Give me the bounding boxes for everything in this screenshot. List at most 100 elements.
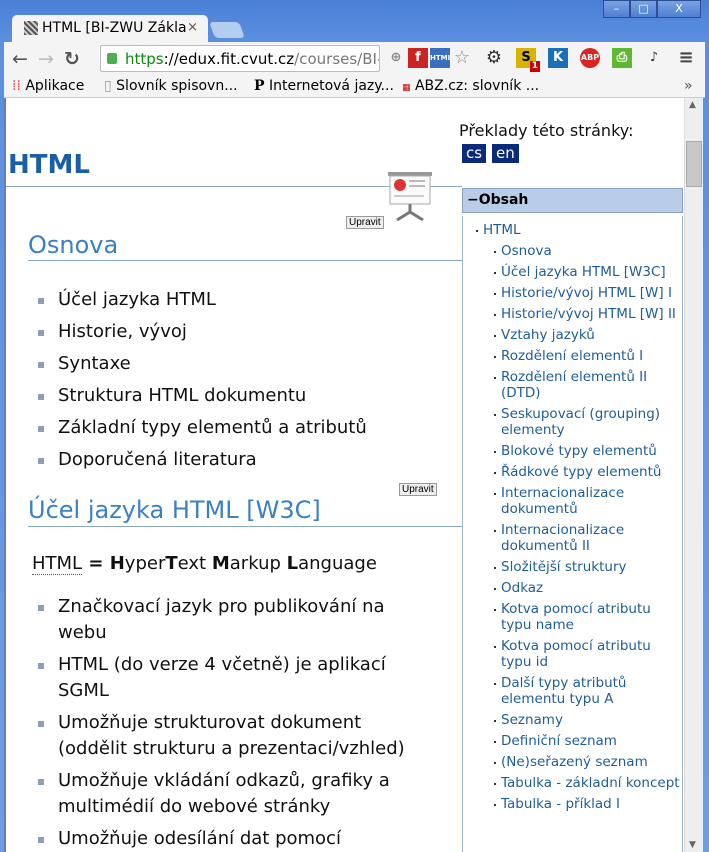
toc-item[interactable]: Kotva pomocí atributu typu id bbox=[473, 638, 682, 670]
flash-icon[interactable]: f bbox=[408, 48, 428, 68]
bookmark-internetova[interactable]: P Internetová jazy... bbox=[254, 78, 394, 94]
minimize-button[interactable]: – bbox=[603, 0, 630, 18]
lang-en-link[interactable]: en bbox=[492, 144, 519, 163]
bookmark-label: Slovník spisovn... bbox=[116, 78, 238, 94]
bookmarks-bar: ⁞⁞ Aplikace ▯ Slovník spisovn... P Inter… bbox=[4, 76, 705, 98]
scroll-up-icon[interactable]: ▲ bbox=[689, 100, 696, 110]
list-item: Doporučená literatura bbox=[38, 447, 367, 473]
url-path: /courses/BI-ZWU bbox=[294, 50, 379, 68]
left-border bbox=[4, 98, 6, 852]
scroll-down-icon[interactable]: ▼ bbox=[689, 840, 696, 850]
adblock-icon[interactable]: ABP bbox=[580, 48, 600, 68]
toc-item[interactable]: Rozdělení elementů II (DTD) bbox=[473, 369, 682, 401]
print-icon[interactable]: ⎙ bbox=[612, 48, 632, 68]
close-tab-icon[interactable]: × bbox=[187, 20, 198, 35]
toc-item[interactable]: Internacionalizace dokumentů II bbox=[473, 522, 682, 554]
bookmark-abz[interactable]: ▦ ABZ.cz: slovník ... bbox=[402, 78, 539, 94]
zoom-icon[interactable]: ⊕ bbox=[386, 48, 406, 68]
address-bar[interactable]: https://edux.fit.cvut.cz/courses/BI-ZWU bbox=[100, 45, 380, 72]
bookmark-label: Aplikace bbox=[25, 78, 85, 94]
window-controls: – □ X bbox=[603, 0, 701, 18]
list-item: HTML (do verze 4 včetně) je aplikací SGM… bbox=[38, 652, 418, 704]
bookmark-apps[interactable]: ⁞⁞ Aplikace bbox=[12, 78, 84, 94]
settings-gear-icon[interactable]: ⚙ bbox=[484, 48, 504, 68]
bookmark-star-icon[interactable]: ☆ bbox=[452, 48, 472, 68]
toc-toggle[interactable]: −Obsah bbox=[462, 188, 683, 213]
outline-list: Účel jazyka HTML Historie, vývoj Syntaxe… bbox=[38, 287, 367, 479]
more-bookmarks-icon[interactable]: » bbox=[684, 78, 693, 94]
favicon-icon bbox=[24, 21, 38, 35]
translations-label: Překlady této stránky: bbox=[459, 121, 634, 140]
browser-tab[interactable]: HTML [BI-ZWU Zákla × bbox=[12, 15, 208, 42]
toc-item[interactable]: Složitější struktury bbox=[473, 559, 682, 575]
maximize-button[interactable]: □ bbox=[630, 0, 657, 18]
apps-grid-icon: ⁞⁞ bbox=[12, 78, 21, 94]
toc-item[interactable]: Historie/vývoj HTML [W] II bbox=[473, 306, 682, 322]
toc-list: HTML Osnova Účel jazyka HTML [W3C] Histori… bbox=[462, 216, 683, 852]
toc-item[interactable]: Blokové typy elementů bbox=[473, 443, 682, 459]
toc-item[interactable]: Definiční seznam bbox=[473, 733, 682, 749]
edit-button[interactable]: Upravit bbox=[346, 216, 384, 229]
list-item: Historie, vývoj bbox=[38, 319, 367, 345]
toc-item[interactable]: Vztahy jazyků bbox=[473, 327, 682, 343]
section-heading: Osnova bbox=[28, 231, 119, 259]
extension-icon[interactable]: ♪ bbox=[644, 48, 664, 68]
toc-item[interactable]: Účel jazyka HTML [W3C] bbox=[473, 264, 682, 280]
toc-item[interactable]: Osnova bbox=[473, 243, 682, 259]
toc-item[interactable]: (Ne)seřazený seznam bbox=[473, 754, 682, 770]
toc-item[interactable]: HTML bbox=[473, 222, 682, 239]
page-icon: ▯ bbox=[104, 78, 112, 94]
close-window-button[interactable]: X bbox=[657, 0, 701, 18]
toolbar: ← → ↻ https://edux.fit.cvut.cz/courses/B… bbox=[4, 42, 705, 76]
new-tab-button[interactable] bbox=[209, 22, 245, 38]
list-item: Základní typy elementů a atributů bbox=[38, 415, 367, 441]
bookmark-label: Internetová jazy... bbox=[268, 78, 394, 94]
html-definition: HTML = HyperText Markup Language bbox=[32, 553, 377, 575]
forward-icon[interactable]: → bbox=[38, 48, 54, 70]
html-validator-icon[interactable]: HTML bbox=[430, 48, 452, 68]
list-item: Umožňuje odesílání dat pomocí formulářů bbox=[38, 826, 418, 852]
list-item: Umožňuje strukturovat dokument (oddělit … bbox=[38, 710, 418, 762]
toc-item[interactable]: Seskupovací (grouping) elementy bbox=[473, 406, 682, 438]
toc-item[interactable]: Rozdělení elementů I bbox=[473, 348, 682, 364]
url-scheme: https bbox=[125, 50, 164, 68]
list-item: Značkovací jazyk pro publikování na webu bbox=[38, 594, 418, 646]
list-item: Syntaxe bbox=[38, 351, 367, 377]
presentation-icon[interactable] bbox=[385, 170, 435, 222]
page-content: Překlady této stránky: cs en HTML Upravi… bbox=[4, 98, 684, 852]
scrollbar[interactable]: ▲ ▼ bbox=[684, 98, 703, 852]
k-extension-icon[interactable]: K bbox=[548, 48, 568, 68]
url-host: ://edux.fit.cvut.cz bbox=[163, 50, 295, 68]
bookmark-slovnik[interactable]: ▯ Slovník spisovn... bbox=[104, 78, 238, 94]
lang-cs-link[interactable]: cs bbox=[462, 144, 487, 163]
toc-item[interactable]: Kotva pomocí atributu typu name bbox=[473, 601, 682, 633]
purpose-list: Značkovací jazyk pro publikování na webu… bbox=[38, 594, 418, 852]
tab-title: HTML [BI-ZWU Zákla bbox=[42, 20, 187, 36]
edit-button[interactable]: Upravit bbox=[399, 483, 437, 496]
s-badge: 1 bbox=[529, 61, 540, 72]
toc-item[interactable]: Seznamy bbox=[473, 712, 682, 728]
toc-item[interactable]: Historie/vývoj HTML [W] I bbox=[473, 285, 682, 301]
toc-item[interactable]: Tabulka - základní koncept bbox=[473, 775, 682, 791]
lock-icon bbox=[107, 53, 117, 64]
toc-item[interactable]: Další typy atributů elementu typu A bbox=[473, 675, 682, 707]
divider bbox=[28, 260, 462, 261]
bookmark-label: ABZ.cz: slovník ... bbox=[414, 78, 540, 94]
list-item: Účel jazyka HTML bbox=[38, 287, 367, 313]
list-item: Struktura HTML dokumentu bbox=[38, 383, 367, 409]
divider bbox=[28, 526, 462, 527]
s-extension-icon[interactable]: S1 bbox=[516, 48, 540, 72]
section-heading: Účel jazyka HTML [W3C] bbox=[28, 496, 321, 524]
scroll-thumb[interactable] bbox=[686, 141, 702, 187]
page-title: HTML bbox=[8, 150, 90, 180]
abz-icon: ▦ bbox=[402, 83, 411, 93]
toc-item[interactable]: Internacionalizace dokumentů bbox=[473, 485, 682, 517]
toc-item[interactable]: Řádkové typy elementů bbox=[473, 464, 682, 480]
toc-item[interactable]: Odkaz bbox=[473, 580, 682, 596]
p-icon: P bbox=[254, 78, 265, 94]
toc-item[interactable]: Tabulka - příklad I bbox=[473, 796, 682, 812]
back-icon[interactable]: ← bbox=[12, 48, 28, 70]
list-item: Umožňuje vkládání odkazů, grafiky a mult… bbox=[38, 768, 418, 820]
reload-icon[interactable]: ↻ bbox=[64, 48, 80, 70]
menu-icon[interactable]: ≡ bbox=[676, 48, 696, 68]
